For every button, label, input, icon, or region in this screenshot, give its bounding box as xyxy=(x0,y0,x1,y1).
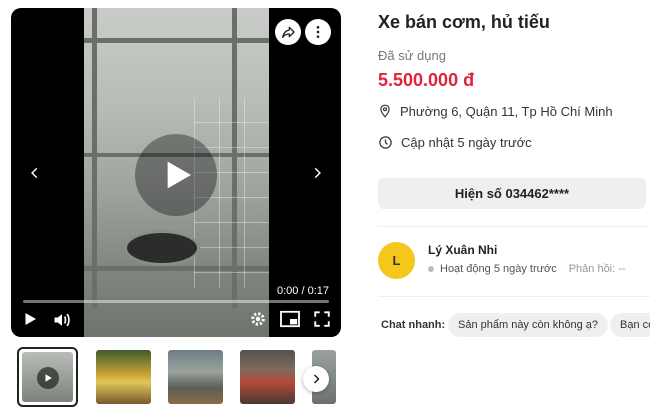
share-icon xyxy=(282,26,295,38)
listing-location: Phường 6, Quận 11, Tp Hồ Chí Minh xyxy=(378,103,613,119)
listing-updated: Cập nhật 5 ngày trước xyxy=(378,135,532,150)
listing-price: 5.500.000 đ xyxy=(378,70,475,90)
video-progress-bar[interactable] xyxy=(23,300,329,303)
seller-reply-rate: Phản hồi: -- xyxy=(568,263,626,275)
big-play-button[interactable] xyxy=(135,134,217,216)
play-button[interactable] xyxy=(21,310,39,333)
video-time: 0:00 / 0:17 xyxy=(277,285,329,297)
thumbnail-image[interactable] xyxy=(93,347,154,407)
thumbnail-image[interactable] xyxy=(165,347,226,407)
play-icon xyxy=(25,313,36,325)
location-text: Phường 6, Quận 11, Tp Hồ Chí Minh xyxy=(400,103,613,119)
pip-icon xyxy=(280,310,300,328)
chevron-right-icon xyxy=(313,374,320,384)
divider xyxy=(378,226,650,227)
volume-icon xyxy=(54,313,70,327)
play-icon xyxy=(167,161,191,189)
volume-button[interactable] xyxy=(51,310,73,335)
divider xyxy=(378,296,650,297)
quick-chat-chip[interactable]: Bạn có xyxy=(610,313,650,337)
listing-title: Xe bán cơm, hủ tiếu xyxy=(378,12,550,32)
share-button[interactable] xyxy=(275,19,301,45)
more-icon xyxy=(316,26,320,38)
settings-button[interactable] xyxy=(249,310,267,333)
seller-activity: Hoạt động 5 ngày trước xyxy=(440,263,557,275)
status-dot xyxy=(428,266,434,272)
picture-in-picture-button[interactable] xyxy=(279,310,301,333)
clock-icon xyxy=(379,136,392,149)
seller-name[interactable]: Lý Xuân Nhi xyxy=(428,243,497,257)
fullscreen-button[interactable] xyxy=(313,310,331,333)
settings-icon xyxy=(251,312,265,326)
seller-avatar[interactable]: L xyxy=(378,242,415,279)
fullscreen-icon xyxy=(314,311,330,327)
thumbnails-next-button[interactable] xyxy=(303,366,329,392)
chevron-left-icon xyxy=(31,167,38,179)
location-pin-icon xyxy=(380,104,390,118)
show-phone-button[interactable]: Hiện số 034462**** xyxy=(378,178,646,209)
listing-condition: Đã sử dụng xyxy=(378,48,446,63)
quick-chat-chip[interactable]: Sản phẩm này còn không ạ? xyxy=(448,313,609,337)
more-options-button[interactable] xyxy=(305,19,331,45)
updated-text: Cập nhật 5 ngày trước xyxy=(401,135,532,150)
chevron-right-icon xyxy=(314,167,321,179)
seller-status: Hoạt động 5 ngày trước Phản hồi: -- xyxy=(428,263,626,275)
thumbnail-video[interactable] xyxy=(17,347,78,407)
video-player[interactable]: 0:00 / 0:17 xyxy=(11,8,341,337)
play-icon xyxy=(45,374,52,382)
quick-chat-label: Chat nhanh: xyxy=(381,319,446,331)
thumbnail-image[interactable] xyxy=(237,347,298,407)
next-media-button[interactable] xyxy=(303,159,331,187)
prev-media-button[interactable] xyxy=(21,159,49,187)
